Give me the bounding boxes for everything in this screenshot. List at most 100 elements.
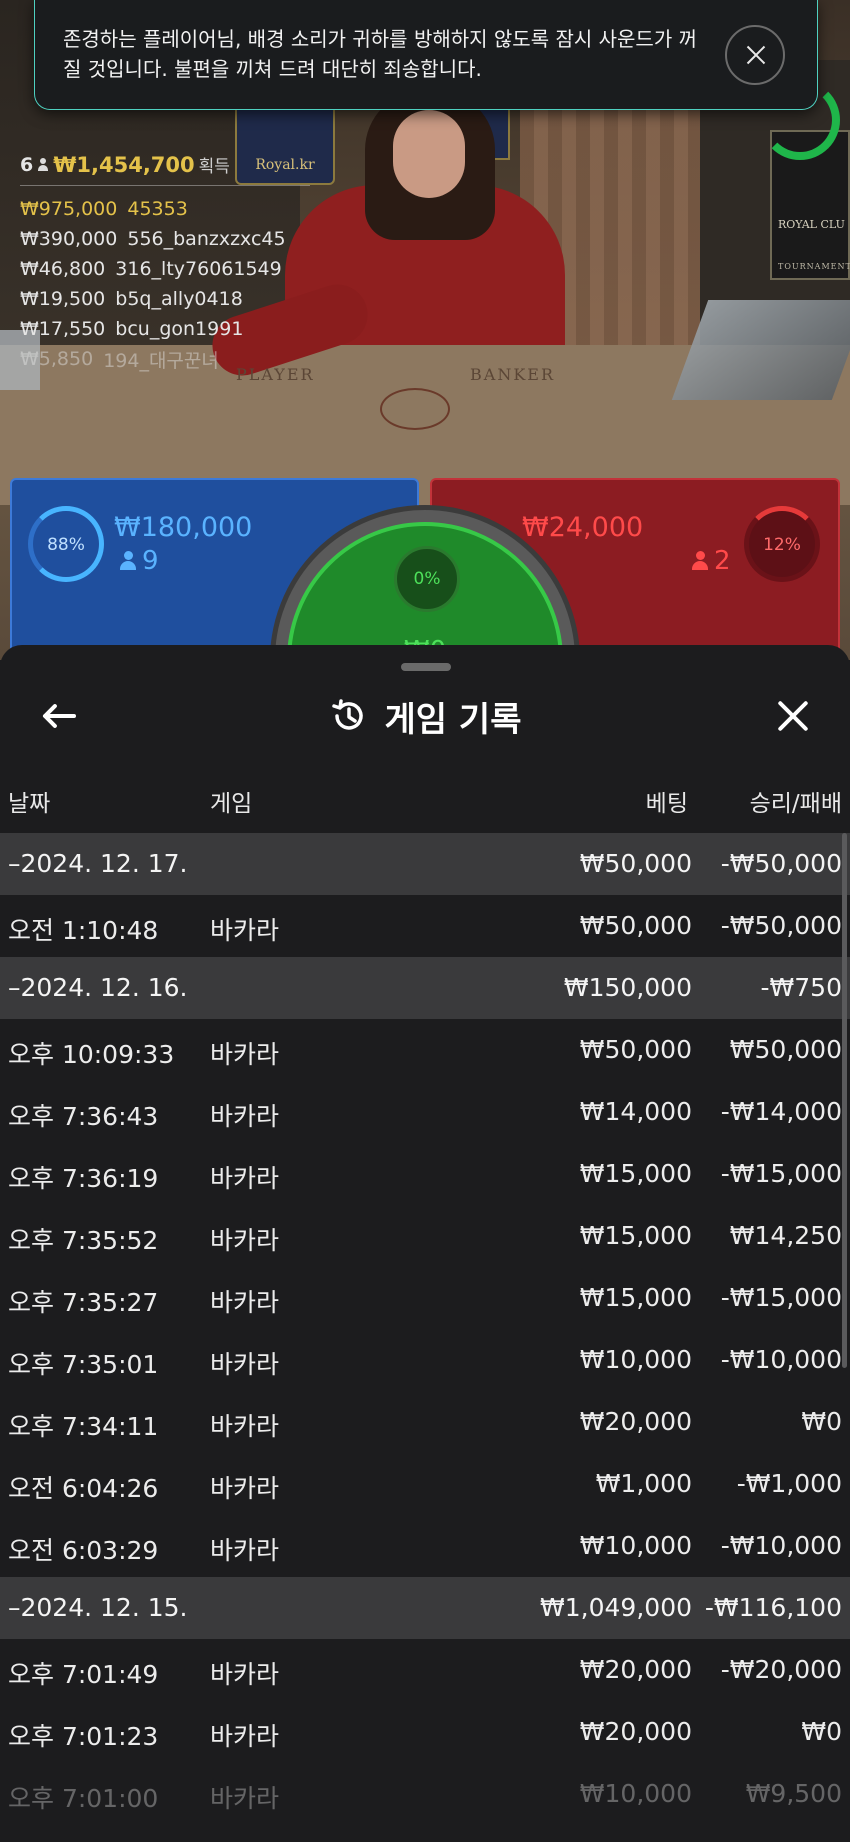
history-row[interactable]: 오후 7:01:49 바카라 ₩20,000 -₩20,000 — [0, 1639, 850, 1701]
winner-amount: ₩17,550 — [20, 318, 106, 340]
winner-amount: ₩46,800 — [20, 258, 106, 280]
row-result: -₩15,000 — [720, 1283, 842, 1312]
person-icon — [37, 157, 49, 172]
leaderboard-row: ₩46,800 316_lty76061549 — [20, 254, 310, 284]
history-row[interactable]: 오후 7:01:23 바카라 ₩20,000 ₩0 — [0, 1701, 850, 1763]
sound-notice-toast: 존경하는 플레이어님, 배경 소리가 귀하를 방해하지 않도록 잠시 사운드가 … — [34, 0, 818, 110]
scrollbar[interactable] — [842, 833, 847, 1368]
row-game: 바카라 — [210, 1040, 280, 1069]
column-headers: 날짜 게임 베팅 승리/패배 — [0, 784, 850, 824]
banker-bettor-count-value: 2 — [714, 546, 731, 576]
row-game: 바카라 — [210, 1226, 280, 1255]
date-group-header[interactable]: –2024. 12. 16. ₩150,000 -₩750 — [0, 957, 850, 1019]
row-date: 오후 7:36:19 — [8, 1164, 159, 1193]
row-result: -₩10,000 — [720, 1345, 842, 1374]
row-date: –2024. 12. 17. — [8, 849, 188, 878]
date-group-header[interactable]: –2024. 12. 15. ₩1,049,000 -₩116,100 — [0, 1577, 850, 1639]
row-date: 오후 7:34:11 — [8, 1412, 159, 1441]
row-bet: ₩10,000 — [579, 1779, 692, 1808]
row-bet: ₩20,000 — [579, 1717, 692, 1746]
history-row[interactable]: 오후 7:36:43 바카라 ₩14,000 -₩14,000 — [0, 1081, 850, 1143]
winner-count: 6 — [20, 153, 34, 176]
row-result: -₩20,000 — [720, 1655, 842, 1684]
winner-name: 556_banzxzxc45 — [127, 228, 286, 250]
row-bet: ₩15,000 — [579, 1221, 692, 1250]
close-button[interactable] — [768, 691, 818, 741]
row-bet: ₩50,000 — [579, 911, 692, 940]
person-icon — [120, 551, 136, 571]
row-result: ₩14,250 — [729, 1221, 842, 1250]
banker-bettor-count: 2 — [692, 546, 731, 576]
history-row[interactable]: 오전 1:10:48 바카라 ₩50,000 -₩50,000 — [0, 895, 850, 957]
row-result: -₩50,000 — [720, 911, 842, 940]
leaderboard-row: ₩17,550 bcu_gon1991 — [20, 314, 310, 344]
leaderboard-row: ₩390,000 556_banzxzxc45 — [20, 224, 310, 254]
history-row[interactable]: 오후 7:36:19 바카라 ₩15,000 -₩15,000 — [0, 1143, 850, 1205]
row-result: -₩750 — [760, 973, 842, 1002]
row-result: ₩50,000 — [729, 1035, 842, 1064]
banker-percent-ring: 12% — [744, 506, 820, 582]
history-row[interactable]: 오후 7:01:00 바카라 ₩10,000 ₩9,500 — [0, 1763, 850, 1825]
winnings-suffix: 획득 — [198, 157, 230, 177]
sheet-title: 게임 기록 — [384, 699, 522, 740]
toast-close-button[interactable] — [725, 25, 785, 85]
row-result: -₩15,000 — [720, 1159, 842, 1188]
history-list[interactable]: –2024. 12. 17. ₩50,000 -₩50,000 오전 1:10:48 바… — [0, 833, 850, 1825]
history-row[interactable]: 오후 7:35:01 바카라 ₩10,000 -₩10,000 — [0, 1329, 850, 1391]
club-sign-subtext: TOURNAMENT — [778, 262, 850, 271]
player-percent-ring: 88% — [28, 506, 104, 582]
row-bet: ₩15,000 — [579, 1283, 692, 1312]
history-row[interactable]: 오후 7:34:11 바카라 ₩20,000 ₩0 — [0, 1391, 850, 1453]
winners-leaderboard: 6 ₩1,454,700 획득 ₩975,000 45353 ₩390,000 … — [20, 152, 310, 374]
row-game: 바카라 — [210, 1660, 280, 1689]
row-game: 바카라 — [210, 1350, 280, 1379]
row-date: –2024. 12. 16. — [8, 973, 188, 1002]
row-date: 오후 7:01:49 — [8, 1660, 159, 1689]
history-row[interactable]: 오전 6:03:29 바카라 ₩10,000 -₩10,000 — [0, 1515, 850, 1577]
toast-message: 존경하는 플레이어님, 배경 소리가 귀하를 방해하지 않도록 잠시 사운드가 … — [63, 27, 697, 81]
tie-percent-ring: 0% — [394, 546, 460, 612]
person-icon — [692, 551, 708, 571]
row-result: ₩0 — [801, 1717, 842, 1746]
row-result: -₩10,000 — [720, 1531, 842, 1560]
row-date: 오전 1:10:48 — [8, 916, 159, 945]
player-bettor-count-value: 9 — [142, 546, 159, 576]
row-bet: ₩1,000 — [595, 1469, 692, 1498]
player-percent: 88% — [47, 535, 85, 555]
history-row[interactable]: 오후 7:35:27 바카라 ₩15,000 -₩15,000 — [0, 1267, 850, 1329]
row-bet: ₩10,000 — [579, 1345, 692, 1374]
row-game: 바카라 — [210, 1722, 280, 1751]
sheet-drag-handle[interactable] — [401, 663, 451, 671]
total-winnings: ₩1,454,700 — [53, 152, 195, 177]
row-result: ₩9,500 — [745, 1779, 842, 1808]
history-row[interactable]: 오전 6:04:26 바카라 ₩1,000 -₩1,000 — [0, 1453, 850, 1515]
row-game: 바카라 — [210, 1536, 280, 1565]
row-result: -₩116,100 — [704, 1593, 842, 1622]
row-date: 오전 6:04:26 — [8, 1474, 159, 1503]
row-game: 바카라 — [210, 1164, 280, 1193]
leaderboard-row: ₩19,500 b5q_ally0418 — [20, 284, 310, 314]
row-date: 오후 7:35:27 — [8, 1288, 159, 1317]
date-group-header[interactable]: –2024. 12. 17. ₩50,000 -₩50,000 — [0, 833, 850, 895]
row-result: -₩1,000 — [736, 1469, 842, 1498]
row-bet: ₩20,000 — [579, 1655, 692, 1684]
row-date: 오후 7:01:00 — [8, 1784, 159, 1813]
row-date: 오후 7:36:43 — [8, 1102, 159, 1131]
tie-percent: 0% — [413, 569, 441, 589]
winner-amount: ₩5,850 — [20, 348, 94, 370]
leaderboard-header: 6 ₩1,454,700 획득 — [20, 152, 310, 186]
leaderboard-row: ₩5,850 194_대구꾼녀 — [20, 344, 310, 374]
row-bet: ₩150,000 — [563, 973, 692, 1002]
table-logo — [380, 388, 450, 430]
history-icon — [331, 699, 363, 730]
player-bet-amount: ₩180,000 — [114, 512, 253, 543]
row-bet: ₩15,000 — [579, 1159, 692, 1188]
column-result: 승리/패배 — [749, 791, 842, 817]
history-row[interactable]: 오후 10:09:33 바카라 ₩50,000 ₩50,000 — [0, 1019, 850, 1081]
row-result: -₩50,000 — [720, 849, 842, 878]
row-date: –2024. 12. 15. — [8, 1593, 188, 1622]
column-date: 날짜 — [8, 791, 51, 817]
winner-name: bcu_gon1991 — [115, 318, 244, 340]
history-row[interactable]: 오후 7:35:52 바카라 ₩15,000 ₩14,250 — [0, 1205, 850, 1267]
winner-name: 45353 — [127, 198, 188, 220]
